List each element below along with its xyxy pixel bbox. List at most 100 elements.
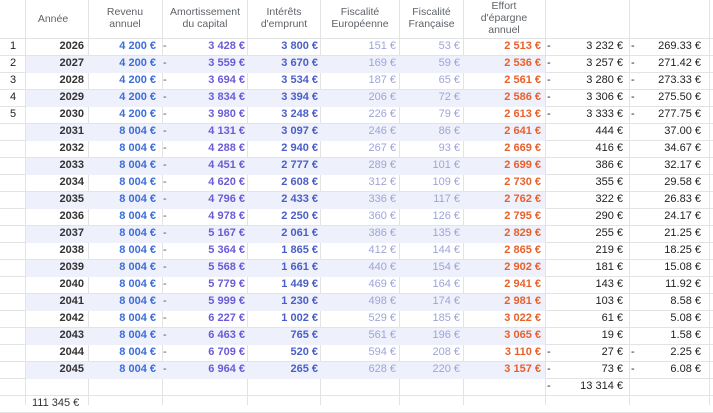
- row-number[interactable]: [0, 174, 22, 191]
- cell-annee[interactable]: 2039: [26, 259, 88, 276]
- cell-annee[interactable]: 2041: [26, 293, 88, 310]
- cell-annee[interactable]: 2045: [26, 361, 88, 378]
- cell-fiscalite-eu[interactable]: 529 €: [321, 310, 399, 327]
- cell-revenu[interactable]: 8 004 €: [89, 123, 159, 140]
- cell-revenu[interactable]: 4 200 €: [89, 89, 159, 106]
- cell-fiscalite-fr[interactable]: 65 €: [400, 72, 463, 89]
- cell-value[interactable]: 103 €: [556, 293, 625, 310]
- row-number[interactable]: 2: [0, 55, 22, 72]
- cell-revenu[interactable]: 8 004 €: [89, 242, 159, 259]
- cell-effort[interactable]: 2 586 €: [464, 89, 544, 106]
- cell-fiscalite-eu[interactable]: 169 €: [321, 55, 399, 72]
- cell-annee[interactable]: 2033: [26, 157, 88, 174]
- cell-monthly[interactable]: 273.33 €: [640, 72, 705, 89]
- row-number[interactable]: [0, 242, 22, 259]
- cell-annee[interactable]: 2038: [26, 242, 88, 259]
- cell-value[interactable]: 416 €: [556, 140, 625, 157]
- cell-amortissement[interactable]: 3 834 €: [174, 89, 247, 106]
- cell-effort[interactable]: 2 536 €: [464, 55, 544, 72]
- cell-dash[interactable]: -: [163, 106, 173, 123]
- cell-amortissement[interactable]: 3 980 €: [174, 106, 247, 123]
- cell-annee[interactable]: 2032: [26, 140, 88, 157]
- cell-monthly[interactable]: 275.50 €: [640, 89, 705, 106]
- cell-fiscalite-eu[interactable]: 206 €: [321, 89, 399, 106]
- cell-amortissement[interactable]: 5 364 €: [174, 242, 247, 259]
- cell-effort[interactable]: 2 641 €: [464, 123, 544, 140]
- cell-effort[interactable]: 3 065 €: [464, 327, 544, 344]
- cell-interets[interactable]: 1 661 €: [248, 259, 320, 276]
- cell-revenu[interactable]: 4 200 €: [89, 72, 159, 89]
- cell-revenu[interactable]: 8 004 €: [89, 191, 159, 208]
- row-number[interactable]: 5: [0, 106, 22, 123]
- cell-interets[interactable]: 2 250 €: [248, 208, 320, 225]
- cell-interets[interactable]: 3 670 €: [248, 55, 320, 72]
- row-number[interactable]: [0, 259, 22, 276]
- cell-fiscalite-fr[interactable]: 79 €: [400, 106, 463, 123]
- cell-value[interactable]: 3 306 €: [556, 89, 625, 106]
- cell-monthly[interactable]: 6.08 €: [640, 361, 705, 378]
- cell-revenu[interactable]: 8 004 €: [89, 361, 159, 378]
- cell-annee[interactable]: 2026: [26, 38, 88, 55]
- cell-effort[interactable]: 2 981 €: [464, 293, 544, 310]
- cell-annee[interactable]: 2030: [26, 106, 88, 123]
- cell-amortissement[interactable]: 4 288 €: [174, 140, 247, 157]
- cell-value[interactable]: 3 232 €: [556, 38, 625, 55]
- cell-fiscalite-eu[interactable]: 412 €: [321, 242, 399, 259]
- cell-interets[interactable]: 3 534 €: [248, 72, 320, 89]
- cell-fiscalite-fr[interactable]: 59 €: [400, 55, 463, 72]
- cell-value[interactable]: 3 257 €: [556, 55, 625, 72]
- cell-dash[interactable]: -: [163, 191, 173, 208]
- row-number[interactable]: [0, 327, 22, 344]
- cell-revenu[interactable]: 8 004 €: [89, 310, 159, 327]
- cell-dash[interactable]: -: [163, 361, 173, 378]
- cell-annee[interactable]: 2031: [26, 123, 88, 140]
- cell-amortissement[interactable]: 6 463 €: [174, 327, 247, 344]
- cell-monthly[interactable]: 37.00 €: [640, 123, 705, 140]
- cell-effort[interactable]: 2 902 €: [464, 259, 544, 276]
- cell-value[interactable]: 290 €: [556, 208, 625, 225]
- cell-value[interactable]: 143 €: [556, 276, 625, 293]
- cell-amortissement[interactable]: 6 709 €: [174, 344, 247, 361]
- cell-amortissement[interactable]: 4 978 €: [174, 208, 247, 225]
- cell-effort[interactable]: 2 730 €: [464, 174, 544, 191]
- cell-revenu[interactable]: 8 004 €: [89, 293, 159, 310]
- cell-value[interactable]: 3 280 €: [556, 72, 625, 89]
- cell-interets[interactable]: 1 449 €: [248, 276, 320, 293]
- cell-interets[interactable]: 1 002 €: [248, 310, 320, 327]
- cell-amortissement[interactable]: 4 796 €: [174, 191, 247, 208]
- cell-annee[interactable]: 2037: [26, 225, 88, 242]
- cell-dash[interactable]: -: [163, 259, 173, 276]
- cell-monthly[interactable]: 271.42 €: [640, 55, 705, 72]
- row-number[interactable]: [0, 140, 22, 157]
- cell-annee[interactable]: 2028: [26, 72, 88, 89]
- cell-revenu[interactable]: 8 004 €: [89, 157, 159, 174]
- cell-dash[interactable]: -: [163, 276, 173, 293]
- cell-interets[interactable]: 3 248 €: [248, 106, 320, 123]
- row-number[interactable]: [0, 310, 22, 327]
- cell-interets[interactable]: 765 €: [248, 327, 320, 344]
- cell-effort[interactable]: 2 513 €: [464, 38, 544, 55]
- cell-fiscalite-eu[interactable]: 187 €: [321, 72, 399, 89]
- cell-dash[interactable]: -: [163, 140, 173, 157]
- cell-interets[interactable]: 3 800 €: [248, 38, 320, 55]
- cell-revenu[interactable]: 8 004 €: [89, 344, 159, 361]
- cell-dash[interactable]: -: [163, 55, 173, 72]
- cell-value[interactable]: 444 €: [556, 123, 625, 140]
- cell-value[interactable]: 19 €: [556, 327, 625, 344]
- cell-monthly[interactable]: 29.58 €: [640, 174, 705, 191]
- cell-effort[interactable]: 2 865 €: [464, 242, 544, 259]
- cell-annee[interactable]: 2042: [26, 310, 88, 327]
- cell-fiscalite-eu[interactable]: 594 €: [321, 344, 399, 361]
- cell-fiscalite-eu[interactable]: 246 €: [321, 123, 399, 140]
- cell-fiscalite-eu[interactable]: 561 €: [321, 327, 399, 344]
- cell-annee[interactable]: 2040: [26, 276, 88, 293]
- cell-dash[interactable]: -: [163, 225, 173, 242]
- cell-revenu[interactable]: 4 200 €: [89, 55, 159, 72]
- cell-dash[interactable]: -: [163, 293, 173, 310]
- cell-fiscalite-fr[interactable]: 220 €: [400, 361, 463, 378]
- cell-annee[interactable]: 2029: [26, 89, 88, 106]
- cell-fiscalite-fr[interactable]: 93 €: [400, 140, 463, 157]
- cell-effort[interactable]: 2 613 €: [464, 106, 544, 123]
- cell-revenu[interactable]: 8 004 €: [89, 225, 159, 242]
- cell-fiscalite-eu[interactable]: 336 €: [321, 191, 399, 208]
